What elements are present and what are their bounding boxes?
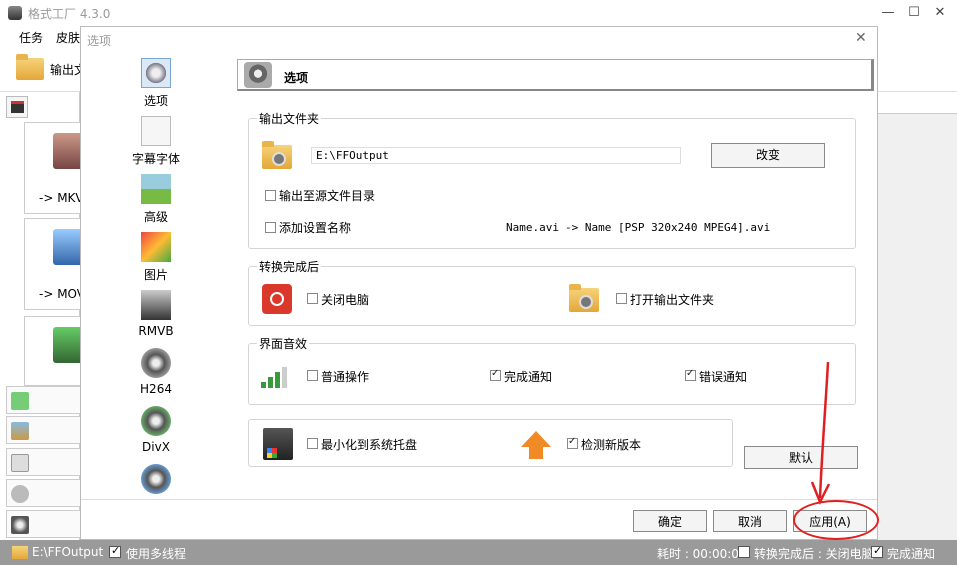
- annotation-circle: [793, 500, 879, 540]
- annotation-arrow: [810, 361, 831, 506]
